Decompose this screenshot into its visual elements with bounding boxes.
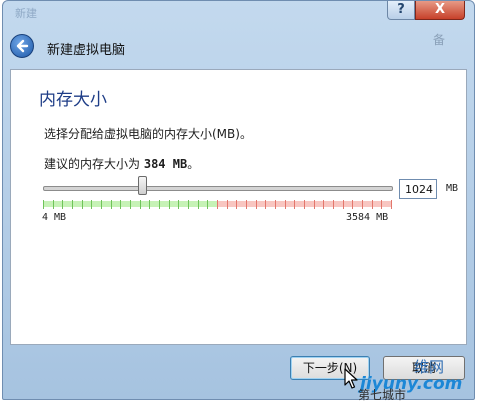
recommend-suffix: 。 xyxy=(187,157,200,171)
mouse-pointer-icon xyxy=(344,368,358,389)
slider-tick xyxy=(352,200,354,209)
slider-tick xyxy=(197,200,199,209)
content-panel: 内存大小 选择分配给虚拟电脑的内存大小(MB)。 建议的内存大小为 384 MB… xyxy=(10,69,467,345)
slider-tick xyxy=(91,200,93,209)
slider-tick xyxy=(120,200,122,209)
slider-min-label: 4 MB xyxy=(42,212,67,223)
slider-tick xyxy=(139,200,141,209)
background-window-text: 新建 xyxy=(15,7,37,20)
cancel-button[interactable]: 取消 xyxy=(383,356,465,380)
slider-tick xyxy=(323,200,325,209)
help-button[interactable]: ? xyxy=(387,1,415,20)
slider-tick xyxy=(275,200,276,209)
slider-tick xyxy=(371,200,373,209)
slider-max-label: 3584 MB xyxy=(346,212,389,223)
slider-tick xyxy=(304,200,305,209)
slider-tick xyxy=(81,200,83,209)
memory-size-input[interactable] xyxy=(399,179,437,199)
wizard-window: 新建 ? X 备 新建虚拟电脑 内存大小 选择分配给虚拟电脑的内存大小(MB)。… xyxy=(2,0,475,400)
close-button[interactable]: X xyxy=(415,1,465,20)
slider-tick xyxy=(207,200,209,209)
slider-tick xyxy=(101,200,102,209)
slider-tick xyxy=(149,200,151,209)
recommend-prefix: 建议的内存大小为 xyxy=(44,157,141,171)
slider-tick xyxy=(333,200,334,209)
title-bar: 新建 ? X 备 新建虚拟电脑 xyxy=(3,1,474,67)
slider-tick xyxy=(391,200,392,209)
slider-tick xyxy=(52,200,54,209)
slider-tick xyxy=(43,200,44,209)
back-arrow-icon xyxy=(16,39,29,53)
background-window-text-right: 备 xyxy=(433,33,446,47)
slider-tick xyxy=(236,200,238,209)
wizard-title: 新建虚拟电脑 xyxy=(47,43,126,58)
slider-tick xyxy=(188,200,189,209)
slider-thumb[interactable] xyxy=(138,176,148,195)
slider-tick xyxy=(72,200,73,209)
slider-tick xyxy=(284,200,286,209)
slider-tick xyxy=(178,200,180,209)
memory-description: 选择分配给虚拟电脑的内存大小(MB)。 xyxy=(44,127,252,141)
slider-tick xyxy=(265,200,267,209)
memory-unit-label: MB xyxy=(446,183,459,194)
page-title: 内存大小 xyxy=(39,90,107,110)
slider-tick xyxy=(255,200,257,209)
slider-tick xyxy=(381,200,383,209)
slider-tick xyxy=(62,200,64,209)
slider-tick xyxy=(226,200,228,209)
slider-tick xyxy=(246,200,247,209)
slider-tick xyxy=(342,200,344,209)
slider-tick xyxy=(313,200,315,209)
memory-slider[interactable] xyxy=(43,176,395,216)
slider-tick xyxy=(168,200,170,209)
slider-tick xyxy=(294,200,296,209)
back-button[interactable] xyxy=(10,34,34,58)
slider-tick xyxy=(110,200,112,209)
slider-tick xyxy=(159,200,160,209)
slider-track[interactable] xyxy=(43,186,393,191)
recommended-memory-value: 384 MB xyxy=(143,157,188,171)
slider-tick xyxy=(217,200,218,209)
slider-tick xyxy=(362,200,363,209)
slider-tick xyxy=(130,200,131,209)
next-button[interactable]: 下一步(N) xyxy=(290,356,370,380)
recommended-memory-text: 建议的内存大小为 384 MB。 xyxy=(44,155,199,172)
